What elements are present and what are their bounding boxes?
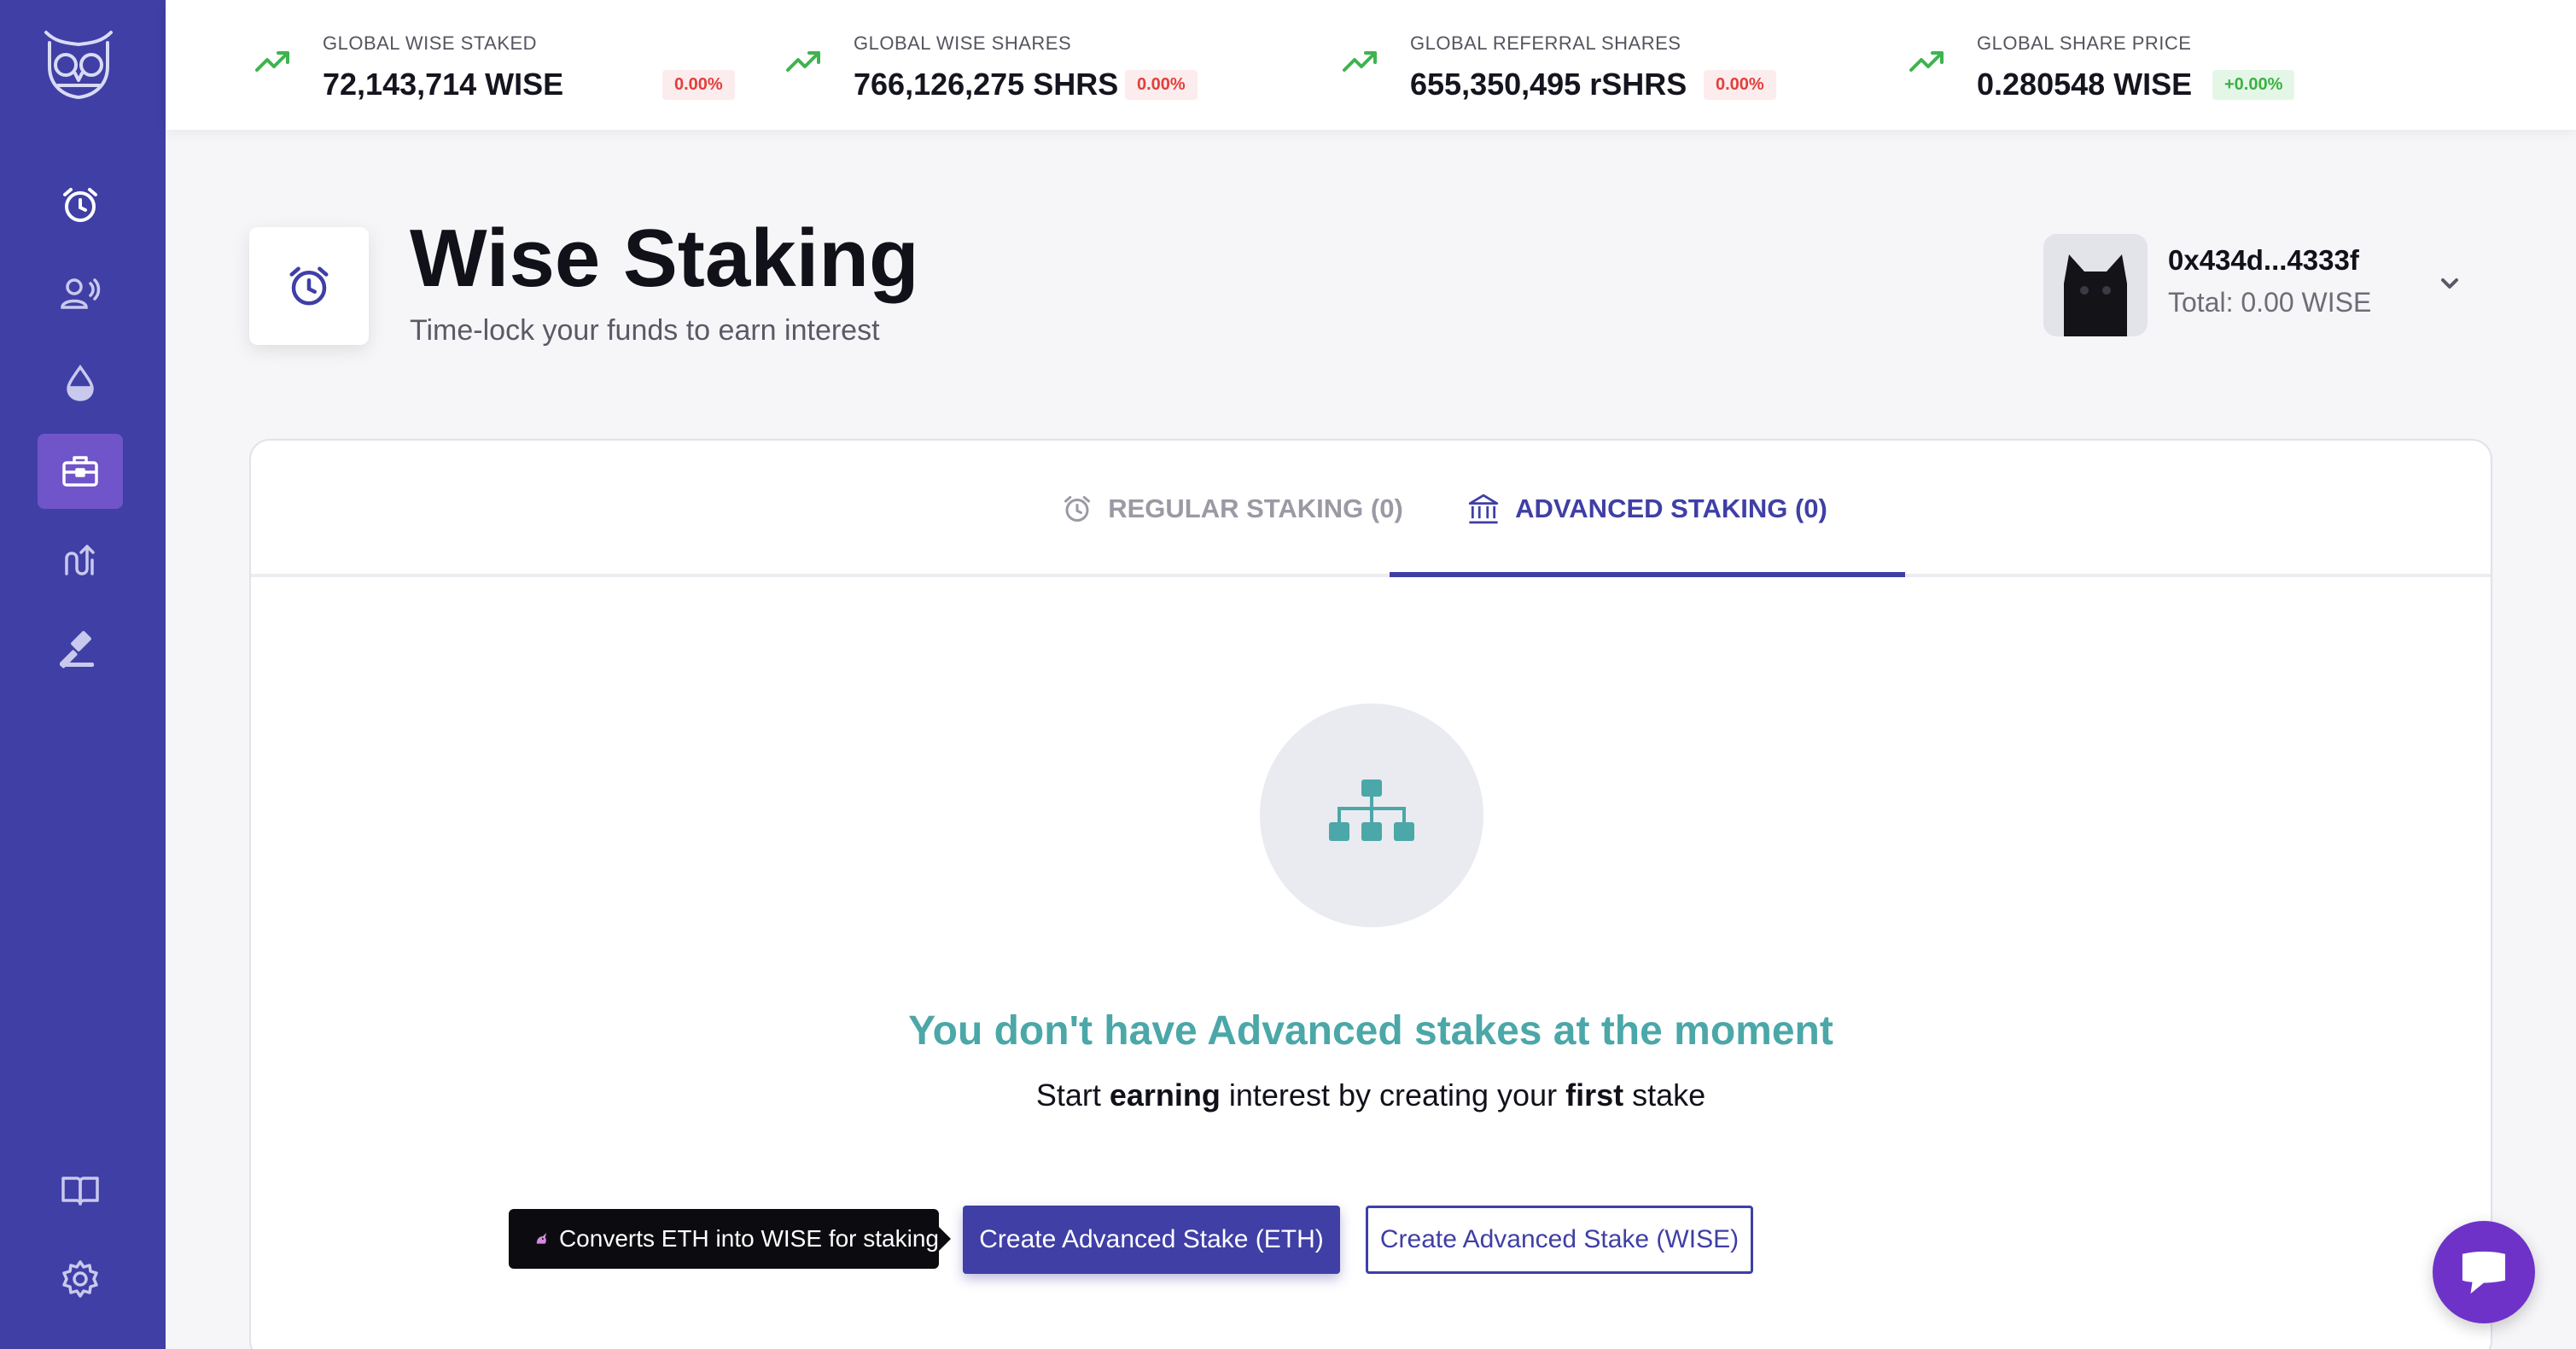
stat-change-badge: 0.00% bbox=[1125, 70, 1198, 100]
subtitle-text: Start bbox=[1035, 1077, 1110, 1112]
bank-icon bbox=[1468, 493, 1499, 524]
alarm-clock-icon bbox=[1064, 496, 1091, 522]
tab-label: REGULAR STAKING (0) bbox=[1108, 493, 1403, 523]
stat-value: 655,350,495 rSHRS bbox=[1410, 67, 1687, 102]
create-advanced-stake-eth-button[interactable]: Create Advanced Stake (ETH) bbox=[963, 1206, 1340, 1274]
swap-arrows-icon bbox=[65, 545, 95, 575]
sidebar-item-referral[interactable] bbox=[38, 256, 123, 331]
subtitle-bold-text: first bbox=[1565, 1077, 1624, 1112]
tab-label: ADVANCED STAKING (0) bbox=[1515, 493, 1827, 523]
stat-share-price: GLOBAL SHARE PRICE 0.280548 WISE +0.00% bbox=[1909, 0, 2387, 130]
staking-card: REGULAR STAKING (0) ADVANCED STAKING (0)… bbox=[249, 439, 2492, 1349]
stat-referral-shares: GLOBAL REFERRAL SHARES 655,350,495 rSHRS… bbox=[1342, 0, 1871, 130]
subtitle-text: interest by creating your bbox=[1220, 1077, 1566, 1112]
stat-change-badge: +0.00% bbox=[2212, 70, 2295, 100]
stat-value: 0.280548 WISE bbox=[1977, 67, 2193, 102]
sidebar-item-liquidity[interactable] bbox=[38, 345, 123, 420]
owl-logo-icon[interactable] bbox=[38, 24, 119, 101]
sidebar-item-staking[interactable] bbox=[38, 167, 123, 242]
trend-up-icon bbox=[786, 51, 820, 72]
alarm-clock-icon bbox=[289, 266, 329, 306]
sidebar-item-docs[interactable] bbox=[38, 1153, 123, 1228]
active-tab-indicator bbox=[1390, 572, 1905, 577]
trend-up-icon bbox=[255, 51, 289, 72]
chat-bubble-icon bbox=[2462, 1251, 2506, 1294]
subtitle-text: stake bbox=[1623, 1077, 1706, 1112]
stat-change-badge: 0.00% bbox=[662, 70, 735, 100]
create-advanced-stake-wise-button[interactable]: Create Advanced Stake (WISE) bbox=[1366, 1206, 1753, 1274]
hierarchy-icon bbox=[1329, 780, 1414, 841]
global-stats-bar: GLOBAL WISE STAKED 72,143,714 WISE 0.00%… bbox=[166, 0, 2576, 130]
page-title: Wise Staking bbox=[410, 213, 919, 304]
stat-label: GLOBAL WISE SHARES bbox=[854, 32, 1072, 54]
tooltip-text: Converts ETH into WISE for staking bbox=[558, 1225, 939, 1252]
sidebar-item-settings[interactable] bbox=[38, 1241, 123, 1317]
stat-value: 766,126,275 SHRS bbox=[854, 67, 1119, 102]
referral-icon bbox=[61, 278, 101, 309]
wallet-address: 0x434d...4333f bbox=[2168, 244, 2359, 276]
empty-state-illustration bbox=[1260, 704, 1483, 927]
avatar bbox=[2043, 234, 2148, 336]
stat-wise-staked: GLOBAL WISE STAKED 72,143,714 WISE 0.00% bbox=[254, 0, 766, 130]
staking-tabs: REGULAR STAKING (0) ADVANCED STAKING (0) bbox=[251, 441, 2491, 577]
stat-change-badge: 0.00% bbox=[1704, 70, 1776, 100]
cat-avatar-icon bbox=[2043, 234, 2148, 336]
stat-value: 72,143,714 WISE bbox=[323, 67, 564, 102]
liquidity-drop-icon bbox=[67, 364, 94, 401]
alarm-clock-icon bbox=[63, 188, 97, 222]
stat-label: GLOBAL WISE STAKED bbox=[323, 32, 538, 54]
trend-up-icon bbox=[1909, 51, 1944, 72]
page-icon bbox=[249, 227, 369, 345]
unicorn-icon bbox=[536, 1232, 547, 1244]
empty-state-subtitle: Start earning interest by creating your … bbox=[251, 1077, 2491, 1113]
stat-wise-shares: GLOBAL WISE SHARES 766,126,275 SHRS 0.00… bbox=[785, 0, 1297, 130]
chat-support-button[interactable] bbox=[2433, 1221, 2535, 1323]
sidebar-item-advanced[interactable] bbox=[38, 434, 123, 509]
page-subtitle: Time-lock your funds to earn interest bbox=[410, 314, 880, 347]
sidebar bbox=[0, 0, 166, 1349]
stat-label: GLOBAL REFERRAL SHARES bbox=[1410, 32, 1681, 54]
account-selector[interactable]: 0x434d...4333f Total: 0.00 WISE bbox=[2043, 232, 2470, 338]
tab-advanced-staking[interactable]: ADVANCED STAKING (0) bbox=[1390, 441, 1905, 577]
subtitle-bold-text: earning bbox=[1109, 1077, 1221, 1112]
book-icon bbox=[61, 1177, 99, 1206]
sidebar-item-governance[interactable] bbox=[38, 611, 123, 686]
sidebar-item-swap[interactable] bbox=[38, 523, 123, 598]
chevron-down-icon[interactable] bbox=[2436, 270, 2463, 297]
empty-state-title: You don't have Advanced stakes at the mo… bbox=[908, 1008, 1833, 1054]
gavel-icon bbox=[60, 631, 94, 669]
toolbox-icon bbox=[62, 456, 98, 487]
trend-up-icon bbox=[1343, 51, 1377, 72]
gear-icon bbox=[62, 1260, 98, 1298]
stat-label: GLOBAL SHARE PRICE bbox=[1977, 32, 2192, 54]
wallet-total: Total: 0.00 WISE bbox=[2168, 287, 2372, 318]
eth-conversion-tooltip: Converts ETH into WISE for staking bbox=[509, 1209, 951, 1269]
